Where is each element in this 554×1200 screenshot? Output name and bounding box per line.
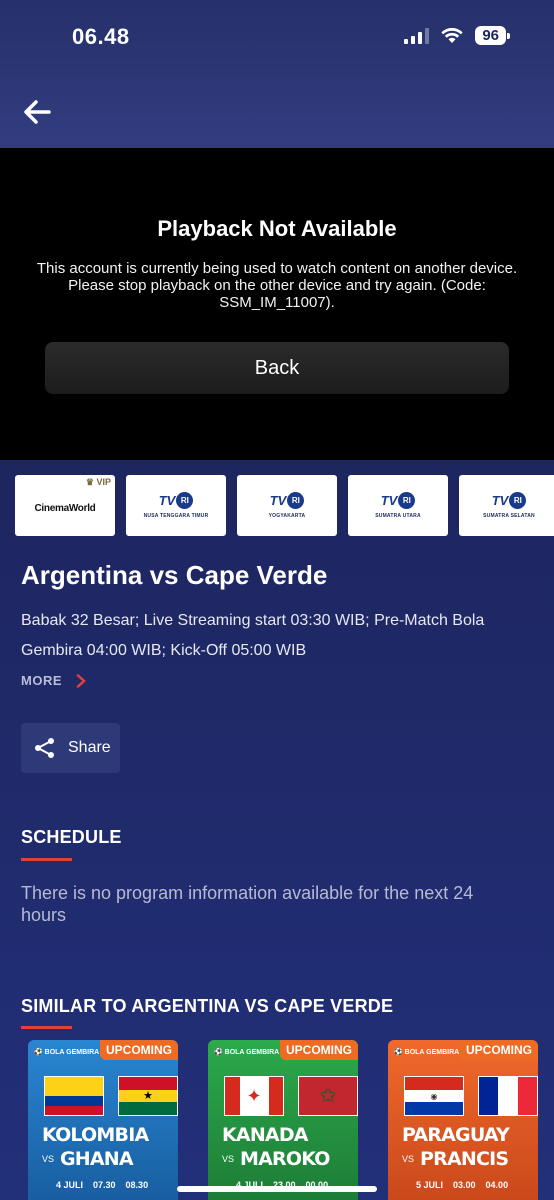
bola-gembira-logo: ⚽ BOLA GEMBIRA — [34, 1049, 100, 1056]
team-away: PRANCIS — [420, 1148, 509, 1170]
match-times: 4 JULI 07.30 08.30 — [56, 1180, 148, 1190]
share-button[interactable]: Share — [21, 723, 120, 773]
status-icons: 96 — [404, 26, 510, 45]
match-times: 5 JULI 03.00 04.00 — [416, 1180, 508, 1190]
vs-label: VS — [42, 1154, 55, 1164]
similar-card[interactable]: ⚽ BOLA GEMBIRA UPCOMING ◉ PARAGUAY VS PR… — [388, 1040, 538, 1200]
similar-card[interactable]: ⚽ BOLA GEMBIRA UPCOMING ★ KOLOMBIA VS GH… — [28, 1040, 178, 1200]
player-back-button[interactable]: Back — [45, 342, 509, 394]
playback-error-title: Playback Not Available — [157, 216, 397, 241]
upcoming-badge: UPCOMING — [280, 1040, 358, 1060]
vs-label: VS — [222, 1154, 235, 1164]
event-description: Babak 32 Besar; Live Streaming start 03:… — [21, 612, 485, 659]
similar-card[interactable]: ⚽ BOLA GEMBIRA UPCOMING ✦ ✩ KANADA VS MA… — [208, 1040, 358, 1200]
schedule-empty-text: There is no program information availabl… — [21, 883, 474, 925]
team-away: GHANA — [60, 1148, 134, 1170]
wifi-icon — [441, 27, 464, 43]
tvri-logo: TV RI — [159, 492, 194, 509]
kickoff-time: 08.30 — [125, 1180, 149, 1190]
chevron-right-icon — [76, 673, 86, 688]
match-date: 5 JULI — [416, 1180, 444, 1190]
tvri-logo: TV RI — [492, 492, 527, 509]
status-time: 06.48 — [72, 24, 130, 49]
channel-region-label: NUSA TENGGARA TIMUR — [143, 513, 209, 519]
prematch-time: 03.00 — [453, 1180, 476, 1190]
status-bar: 06.48 96 — [0, 0, 554, 76]
schedule-underline — [21, 858, 72, 861]
morocco-flag-icon: ✩ — [298, 1076, 358, 1116]
nav-bar — [0, 76, 554, 148]
paraguay-flag-icon: ◉ — [404, 1076, 464, 1116]
schedule-heading: SCHEDULE — [21, 827, 122, 847]
kickoff-time: 04.00 — [485, 1180, 509, 1190]
similar-heading: SIMILAR TO ARGENTINA VS CAPE VERDE — [21, 996, 394, 1016]
more-button[interactable]: MORE — [21, 673, 86, 688]
match-date: 4 JULI — [56, 1180, 84, 1190]
similar-underline — [21, 1026, 72, 1029]
home-indicator[interactable] — [177, 1186, 377, 1192]
ghana-flag-icon: ★ — [118, 1076, 178, 1116]
channel-region-label: SUMATRA SELATAN — [483, 513, 535, 519]
team-away: MAROKO — [240, 1148, 330, 1170]
channel-tvri-ntt[interactable]: TV RI NUSA TENGGARA TIMUR — [126, 475, 226, 536]
event-title: Argentina vs Cape Verde — [21, 560, 328, 590]
france-flag-icon — [478, 1076, 538, 1116]
colombia-flag-icon — [44, 1076, 104, 1116]
video-player: Playback Not Available This account is c… — [0, 148, 554, 460]
vip-badge: ♛ VIP — [85, 477, 111, 487]
channel-cinemaworld[interactable]: ♛ VIP CinemaWorld — [15, 475, 115, 536]
tvri-logo: TV RI — [381, 492, 416, 509]
tvri-logo: TV RI — [270, 492, 305, 509]
team-home: KANADA — [222, 1124, 309, 1146]
share-label: Share — [68, 739, 111, 756]
bola-gembira-logo: ⚽ BOLA GEMBIRA — [214, 1049, 280, 1056]
share-icon — [35, 738, 54, 758]
upcoming-badge: UPCOMING — [100, 1040, 178, 1060]
cellular-signal-icon — [404, 27, 430, 44]
team-home: PARAGUAY — [402, 1124, 510, 1146]
cinemaworld-logo: CinemaWorld — [34, 503, 96, 514]
more-label: MORE — [21, 673, 62, 688]
canada-flag-icon: ✦ — [224, 1076, 284, 1116]
channel-tvri-sumut[interactable]: TV RI SUMATRA UTARA — [348, 475, 448, 536]
bola-gembira-logo: ⚽ BOLA GEMBIRA — [394, 1049, 460, 1056]
back-arrow-icon[interactable] — [22, 98, 52, 126]
channel-region-label: SUMATRA UTARA — [375, 513, 421, 519]
channel-tvri-sumsel[interactable]: TV RI SUMATRA SELATAN — [459, 475, 554, 536]
battery-indicator: 96 — [475, 26, 510, 45]
team-home: KOLOMBIA — [42, 1124, 149, 1146]
channel-tvri-yogyakarta[interactable]: TV RI YOGYAKARTA — [237, 475, 337, 536]
playback-error-message: This account is currently being used to … — [36, 260, 518, 311]
channel-list: ♛ VIP CinemaWorld TV RI NUSA TENGGARA TIM… — [15, 475, 554, 536]
upcoming-badge: UPCOMING — [460, 1040, 538, 1060]
similar-cards: ⚽ BOLA GEMBIRA UPCOMING ★ KOLOMBIA VS GH… — [28, 1040, 538, 1200]
channel-region-label: YOGYAKARTA — [268, 513, 306, 519]
prematch-time: 07.30 — [93, 1180, 116, 1190]
vs-label: VS — [402, 1154, 415, 1164]
